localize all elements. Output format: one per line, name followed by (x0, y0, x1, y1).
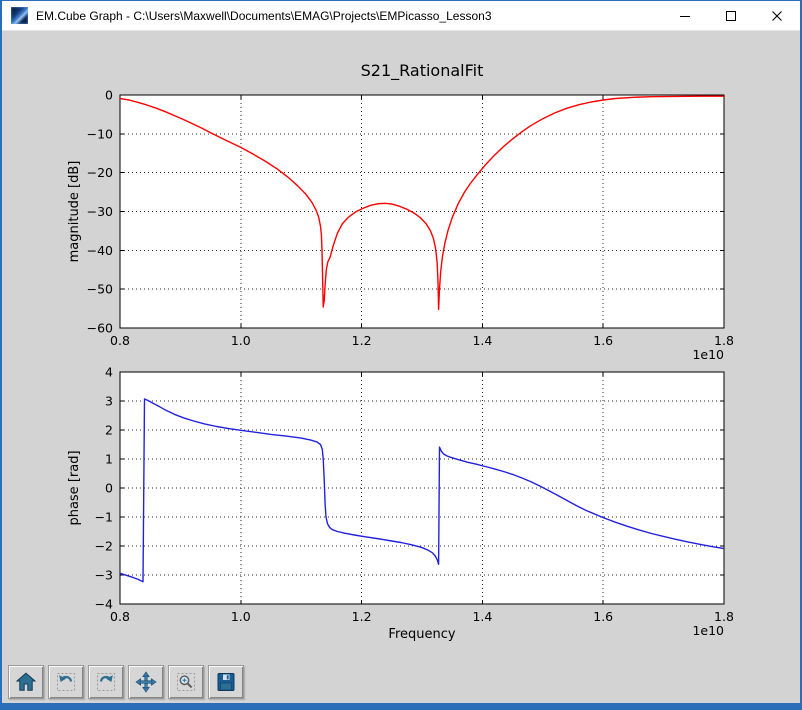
svg-text:−30: −30 (87, 204, 113, 219)
svg-text:1.0: 1.0 (231, 333, 251, 348)
home-button[interactable] (8, 665, 44, 699)
svg-text:phase [rad]: phase [rad] (67, 450, 82, 525)
svg-text:magnitude [dB]: magnitude [dB] (67, 161, 82, 263)
forward-arrow-icon (97, 673, 115, 691)
svg-text:0: 0 (105, 88, 113, 103)
save-floppy-icon (217, 673, 235, 691)
back-button[interactable] (48, 665, 84, 699)
svg-text:−4: −4 (95, 597, 113, 612)
save-button[interactable] (208, 665, 244, 699)
svg-text:4: 4 (105, 365, 113, 380)
figure-canvas[interactable]: 0.8 1.0 1.2 1.4 1.6 1.80−10−20−30−40−50−60S21… (2, 31, 800, 663)
svg-text:0.8: 0.8 (110, 609, 130, 624)
svg-text:−50: −50 (87, 282, 113, 297)
svg-text:−3: −3 (95, 568, 113, 583)
zoom-magnifier-icon (177, 673, 195, 691)
svg-text:−2: −2 (95, 539, 113, 554)
navigation-toolbar (8, 665, 248, 699)
svg-text:0.8: 0.8 (110, 333, 130, 348)
window-title: EM.Cube Graph - C:\Users\Maxwell\Documen… (36, 8, 492, 23)
svg-text:1.6: 1.6 (593, 609, 613, 624)
pan-button[interactable] (128, 665, 164, 699)
svg-text:−40: −40 (87, 243, 113, 258)
zoom-rect-button[interactable] (168, 665, 204, 699)
forward-button[interactable] (88, 665, 124, 699)
svg-text:1.4: 1.4 (472, 333, 492, 348)
svg-text:1.4: 1.4 (472, 609, 492, 624)
titlebar: EM.Cube Graph - C:\Users\Maxwell\Documen… (2, 1, 800, 31)
back-arrow-icon (57, 673, 75, 691)
svg-text:−20: −20 (87, 165, 113, 180)
svg-text:3: 3 (105, 394, 113, 409)
window-controls (662, 1, 800, 31)
pan-move-icon (135, 671, 157, 693)
close-icon (772, 11, 782, 21)
svg-text:−60: −60 (87, 321, 113, 336)
svg-text:1: 1 (105, 452, 113, 467)
home-icon (15, 672, 37, 691)
close-button[interactable] (754, 1, 800, 31)
svg-text:S21_RationalFit: S21_RationalFit (361, 61, 484, 81)
figure-area: 0.8 1.0 1.2 1.4 1.6 1.8 0 −10 −20 −30 −40 −50 −60 S21… (2, 31, 800, 703)
app-window: EM.Cube Graph - C:\Users\Maxwell\Documen… (0, 0, 802, 710)
svg-text:1.0: 1.0 (231, 609, 251, 624)
app-icon[interactable] (11, 7, 28, 24)
svg-text:0: 0 (105, 481, 113, 496)
svg-text:1.8: 1.8 (714, 609, 734, 624)
minimize-button[interactable] (662, 1, 708, 31)
svg-text:−1: −1 (95, 510, 113, 525)
svg-text:1.8: 1.8 (714, 333, 734, 348)
svg-text:1.2: 1.2 (352, 609, 372, 624)
minimize-icon (680, 16, 690, 17)
svg-text:1.2: 1.2 (352, 333, 372, 348)
svg-text:2: 2 (105, 423, 113, 438)
svg-text:−10: −10 (87, 126, 113, 141)
svg-text:1e10: 1e10 (692, 623, 724, 638)
svg-text:Frequency: Frequency (388, 627, 455, 642)
svg-text:1.6: 1.6 (593, 333, 613, 348)
maximize-icon (726, 11, 736, 21)
maximize-button[interactable] (708, 1, 754, 31)
svg-text:1e10: 1e10 (692, 347, 724, 362)
